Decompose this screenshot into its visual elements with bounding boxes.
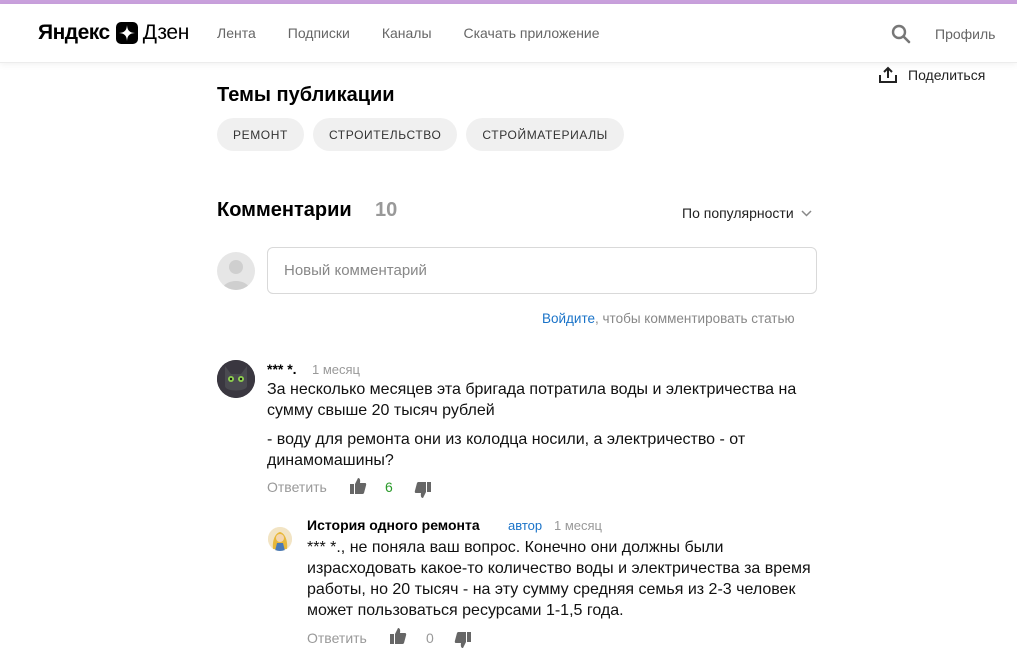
profile-link[interactable]: Профиль bbox=[935, 26, 995, 42]
comment-time: 1 месяц bbox=[554, 518, 602, 533]
logo[interactable]: Яндекс Дзен bbox=[38, 20, 189, 46]
comment-text: За несколько месяцев эта бригада потрати… bbox=[267, 381, 797, 419]
chevron-down-icon bbox=[801, 209, 812, 217]
logo-text-yandex: Яндекс bbox=[38, 21, 110, 44]
author-badge: автор bbox=[508, 518, 543, 533]
thumbs-down-icon[interactable] bbox=[414, 481, 432, 499]
logo-text-zen: Дзен bbox=[142, 21, 190, 44]
thumbs-up-icon[interactable] bbox=[389, 627, 407, 645]
share-label: Поделиться bbox=[908, 67, 986, 83]
topic-chip-materials[interactable]: СТРОЙМАТЕРИАЛЫ bbox=[466, 118, 624, 151]
comments-count: 10 bbox=[375, 199, 398, 221]
share-button[interactable]: Поделиться bbox=[878, 66, 985, 84]
main-nav: Лента Подписки Каналы Скачать приложение bbox=[217, 25, 632, 41]
comment-time: 1 месяц bbox=[312, 362, 360, 377]
avatar[interactable] bbox=[217, 360, 255, 398]
comments-title: Комментарии bbox=[217, 199, 352, 221]
user-avatar-placeholder bbox=[217, 252, 255, 290]
topic-chip-construction[interactable]: СТРОИТЕЛЬСТВО bbox=[312, 118, 458, 151]
site-header: Яндекс Дзен Лента Подписки Каналы Скачат… bbox=[0, 4, 1017, 63]
sort-dropdown[interactable]: По популярности bbox=[682, 205, 812, 221]
reply-button[interactable]: Ответить bbox=[267, 479, 327, 495]
search-icon[interactable] bbox=[891, 24, 911, 44]
nav-channels[interactable]: Каналы bbox=[382, 25, 432, 41]
new-comment-input[interactable] bbox=[267, 247, 817, 294]
thumbs-up-icon[interactable] bbox=[349, 477, 367, 495]
topic-chips: РЕМОНТ СТРОИТЕЛЬСТВО СТРОЙМАТЕРИАЛЫ bbox=[217, 118, 633, 151]
comment-author[interactable]: *** *. bbox=[267, 361, 297, 377]
login-hint-text: , чтобы комментировать статью bbox=[595, 311, 795, 326]
avatar[interactable] bbox=[268, 527, 292, 551]
comment-text: *** *., не поняла ваш вопрос. Конечно он… bbox=[307, 539, 811, 619]
login-link[interactable]: Войдите bbox=[542, 311, 595, 326]
comment-score: 0 bbox=[426, 630, 434, 646]
nav-feed[interactable]: Лента bbox=[217, 25, 256, 41]
reply-button[interactable]: Ответить bbox=[307, 630, 367, 646]
comment-score: 6 bbox=[385, 479, 393, 495]
nav-download-app[interactable]: Скачать приложение bbox=[464, 25, 600, 41]
login-hint: Войдите, чтобы комментировать статью bbox=[542, 311, 795, 326]
topics-title: Темы публикации bbox=[217, 84, 395, 106]
nav-subscriptions[interactable]: Подписки bbox=[288, 25, 350, 41]
zen-logo-icon bbox=[115, 22, 138, 44]
sort-label: По популярности bbox=[682, 205, 794, 221]
topic-chip-repair[interactable]: РЕМОНТ bbox=[217, 118, 304, 151]
comment-text-2: - воду для ремонта они из колодца носили… bbox=[267, 431, 746, 469]
thumbs-down-icon[interactable] bbox=[454, 631, 472, 649]
share-icon bbox=[879, 66, 897, 83]
comment-author[interactable]: История одного ремонта bbox=[307, 517, 480, 533]
